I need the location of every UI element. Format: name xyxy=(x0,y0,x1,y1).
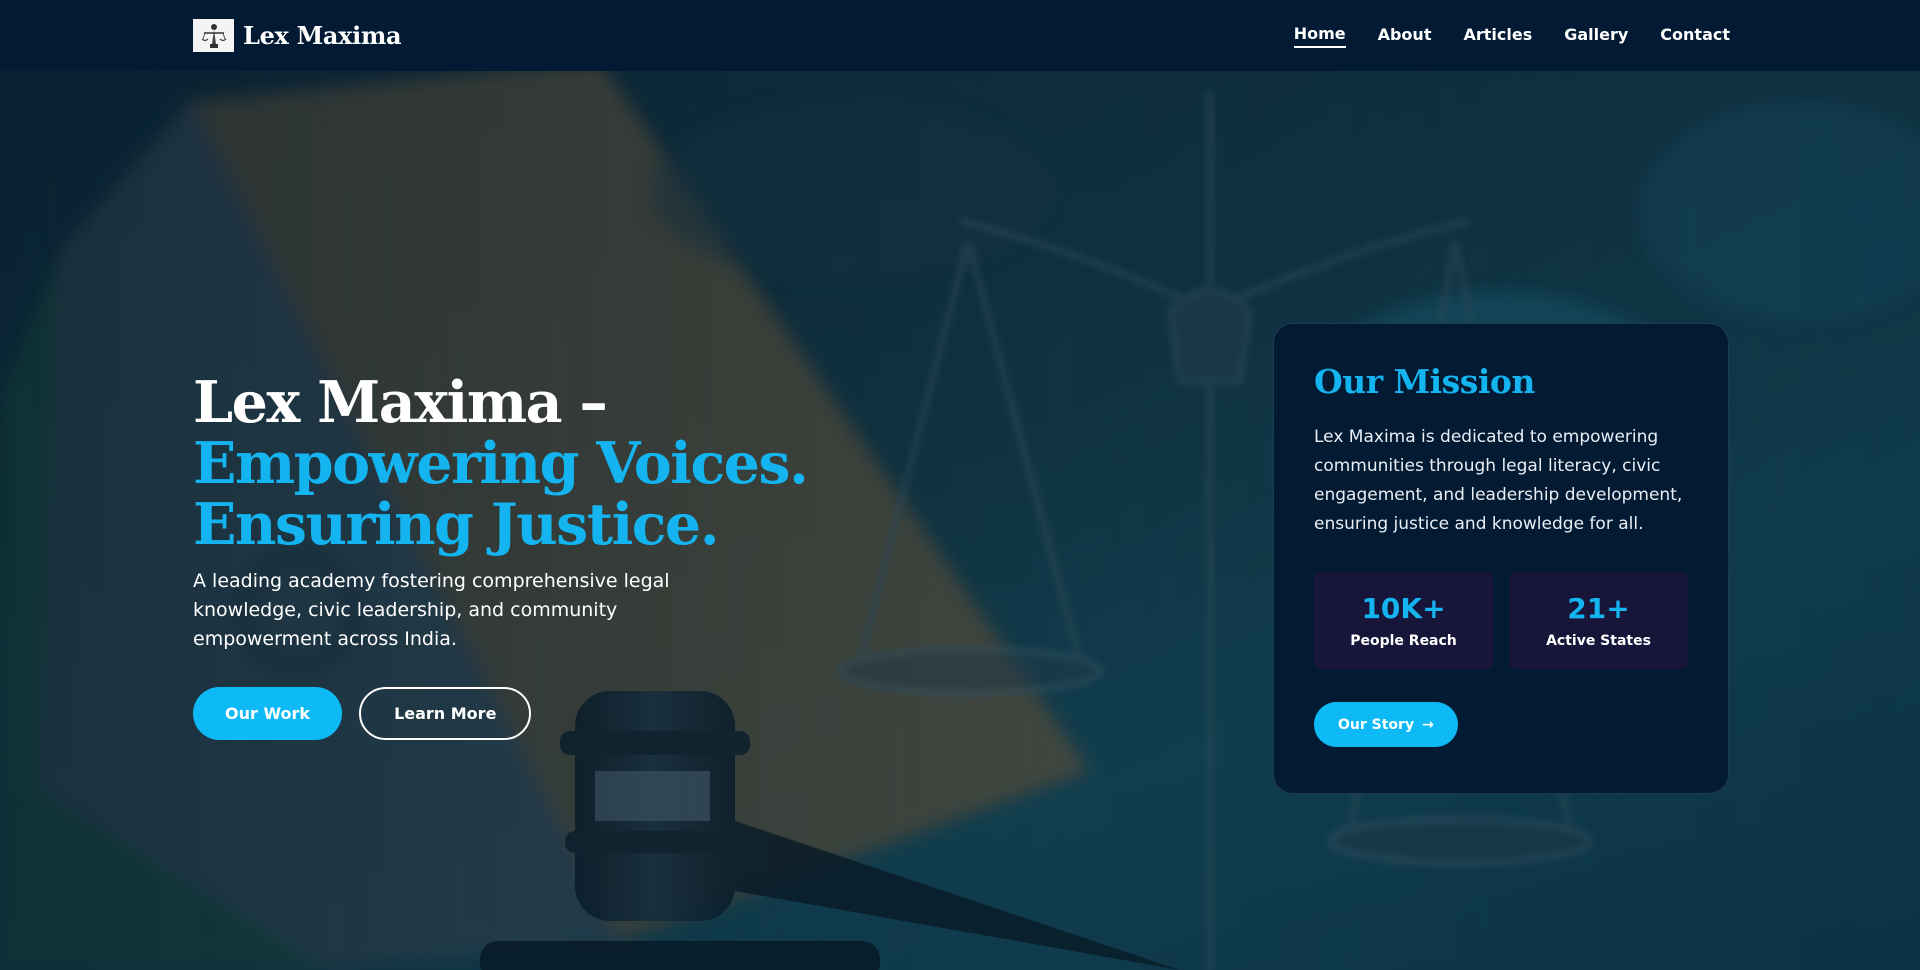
stat-people-reach: 10K+ People Reach xyxy=(1314,572,1493,669)
learn-more-button[interactable]: Learn More xyxy=(359,687,532,740)
stat-value: 10K+ xyxy=(1361,592,1446,625)
nav-link-home[interactable]: Home xyxy=(1293,24,1346,48)
hero-title-line-1: Lex Maxima – xyxy=(193,369,608,436)
arrow-right-icon: → xyxy=(1422,716,1434,733)
nav-link-contact[interactable]: Contact xyxy=(1660,25,1730,47)
stat-active-states: 21+ Active States xyxy=(1509,572,1688,669)
hero-title-line-3: Ensuring Justice. xyxy=(193,491,720,558)
mission-text: Lex Maxima is dedicated to empowering co… xyxy=(1314,427,1683,534)
stat-label: Active States xyxy=(1546,633,1651,649)
nav-link-about[interactable]: About xyxy=(1378,25,1432,47)
brand[interactable]: Lex Maxima xyxy=(193,19,402,52)
mission-card: Our Mission Lex Maxima is dedicated to e… xyxy=(1273,323,1729,794)
main-nav: Home About Articles Gallery Contact xyxy=(1293,24,1730,48)
mission-stats: 10K+ People Reach 21+ Active States xyxy=(1314,572,1688,669)
hero-description: A leading academy fostering comprehensiv… xyxy=(193,570,670,650)
our-work-button[interactable]: Our Work xyxy=(193,687,343,740)
stat-label: People Reach xyxy=(1350,633,1457,649)
hero-content: Lex Maxima – Empowering Voices. Ensuring… xyxy=(193,372,893,740)
brand-name[interactable]: Lex Maxima xyxy=(243,21,402,50)
stat-value: 21+ xyxy=(1567,592,1630,625)
mission-title: Our Mission xyxy=(1314,362,1535,401)
nav-link-gallery[interactable]: Gallery xyxy=(1564,25,1628,47)
our-story-label: Our Story xyxy=(1338,716,1415,733)
nav-link-articles[interactable]: Articles xyxy=(1463,25,1532,47)
hero-heading: Lex Maxima – Empowering Voices. Ensuring… xyxy=(193,372,893,555)
lady-justice-logo-icon[interactable] xyxy=(193,19,234,52)
site-header: Lex Maxima Home About Articles Gallery C… xyxy=(0,0,1920,71)
hero-buttons: Our Work Learn More xyxy=(193,687,893,740)
hero-title-line-2: Empowering Voices. xyxy=(193,430,809,497)
our-story-button[interactable]: Our Story → xyxy=(1314,702,1458,747)
